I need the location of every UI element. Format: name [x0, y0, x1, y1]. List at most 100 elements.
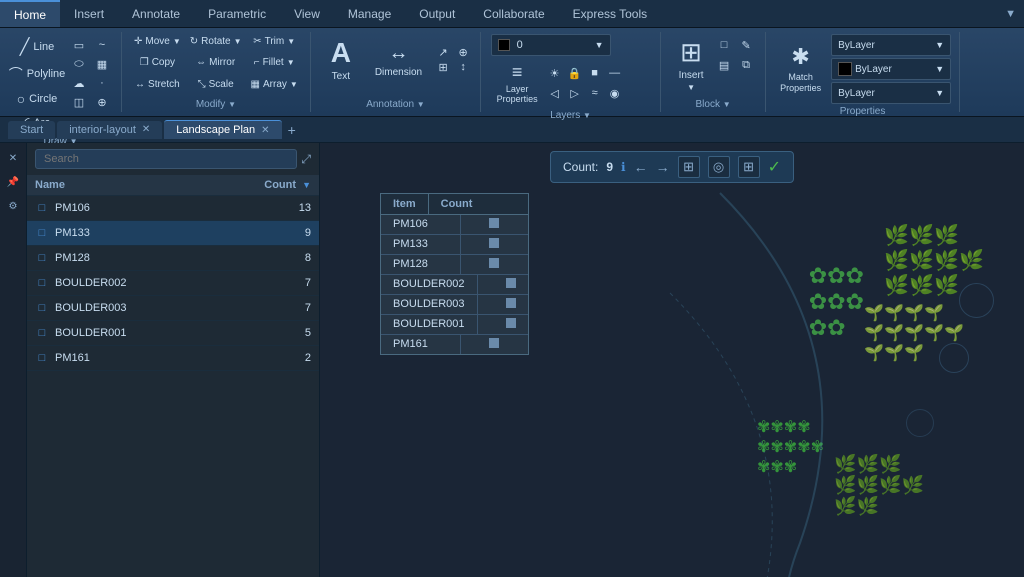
annotation-text-button[interactable]: A Text: [319, 34, 363, 85]
layer-color-icon[interactable]: ■: [586, 64, 604, 82]
fillet-dropdown-icon[interactable]: ▼: [287, 58, 295, 67]
panel-gear-icon[interactable]: ⚙: [4, 197, 22, 215]
draw-gradient-icon[interactable]: ◫: [68, 93, 90, 111]
tab-output[interactable]: Output: [405, 0, 469, 27]
search-input[interactable]: [35, 149, 297, 169]
modify-scale-button[interactable]: ⤡ Scale: [186, 77, 246, 92]
tab-home[interactable]: Home: [0, 0, 60, 27]
tab-parametric[interactable]: Parametric: [194, 0, 280, 27]
bylayer-dropdown[interactable]: ByLayer ▼: [831, 34, 951, 56]
trim-dropdown-icon[interactable]: ▼: [287, 37, 295, 46]
draw-circle-button[interactable]: ○ Circle: [8, 88, 66, 110]
modify-mirror-button[interactable]: ⇔ Mirror: [186, 55, 246, 70]
tab-manage[interactable]: Manage: [334, 0, 405, 27]
canvas-count-info-icon[interactable]: ℹ: [621, 160, 626, 174]
panel-pin-icon[interactable]: 📌: [4, 173, 22, 191]
table-row[interactable]: □ PM128 8: [27, 246, 319, 271]
table-row[interactable]: □ PM161 2: [27, 346, 319, 371]
canvas-count-table-button[interactable]: ⊞: [738, 156, 760, 178]
move-dropdown-icon[interactable]: ▼: [173, 37, 181, 46]
layer-linetype-icon[interactable]: —: [606, 64, 624, 82]
table-row[interactable]: □ PM133 9: [27, 221, 319, 246]
tab-insert[interactable]: Insert: [60, 0, 118, 27]
layer-freeze-icon[interactable]: ☀: [546, 64, 564, 82]
row-block-icon: □: [35, 326, 49, 340]
draw-cloud-icon[interactable]: ☁: [68, 74, 90, 92]
layer-match-icon[interactable]: ≈: [586, 84, 604, 102]
tab-collaborate[interactable]: Collaborate: [469, 0, 558, 27]
table-row[interactable]: □ BOULDER001 5: [27, 321, 319, 346]
layer-isolate-icon[interactable]: ◉: [606, 84, 624, 102]
trim-icon: ✂: [253, 36, 261, 47]
draw-spline-icon[interactable]: ~: [91, 36, 113, 54]
tab-annotate[interactable]: Annotate: [118, 0, 194, 27]
draw-hatch-icon[interactable]: ▦: [91, 55, 113, 73]
draw-point-icon[interactable]: ·: [91, 74, 113, 92]
row-block-icon: □: [35, 251, 49, 265]
column-header-count[interactable]: Count ▼: [261, 179, 311, 191]
ordinate-icon[interactable]: ↕: [454, 61, 472, 74]
modify-copy-button[interactable]: ❐ Copy: [130, 55, 185, 70]
draw-line-button[interactable]: ╱ Line: [8, 34, 66, 60]
annotation-dimension-button[interactable]: ↔ Dimension: [369, 39, 428, 81]
canvas-count-next-button[interactable]: →: [656, 159, 670, 175]
block-palette-icon[interactable]: ▤: [715, 56, 733, 74]
layer-prev-icon[interactable]: ◁: [546, 84, 564, 102]
tab-landscape-close-button[interactable]: ✕: [261, 125, 269, 136]
create-block-icon[interactable]: □: [715, 36, 733, 54]
line-icon: ╱: [20, 37, 30, 57]
draw-region-icon[interactable]: ⊕: [91, 93, 113, 111]
canvas-table-row: PM128: [381, 255, 528, 275]
app-menu-icon[interactable]: ▼: [1005, 8, 1024, 20]
plant-cluster-1: ✾✾✾✾✾✾✾✾✾✾✾✾: [757, 417, 824, 477]
table-row[interactable]: □ PM106 13: [27, 196, 319, 221]
modify-move-button[interactable]: ✛ Move ▼: [130, 34, 185, 49]
tab-interior-close-button[interactable]: ✕: [142, 124, 150, 135]
canvas-table-row: BOULDER001: [381, 315, 528, 335]
canvas-count-check-button[interactable]: ✓: [768, 157, 781, 177]
block-insert-button[interactable]: ⊞ Insert ▼: [669, 34, 713, 95]
edit-block-icon[interactable]: ✎: [737, 36, 755, 54]
canvas-cell-item: BOULDER001: [381, 315, 478, 334]
table-icon[interactable]: ⊞: [434, 61, 452, 74]
block-ref-icon[interactable]: ⧉: [737, 56, 755, 74]
layer-dropdown[interactable]: 0 ▼: [491, 34, 611, 56]
modify-trim-button[interactable]: ✂ Trim ▼: [247, 34, 302, 49]
draw-rect-icon[interactable]: ▭: [68, 36, 90, 54]
match-properties-button[interactable]: ✱ MatchProperties: [774, 34, 827, 104]
row-block-icon: □: [35, 301, 49, 315]
tab-view[interactable]: View: [280, 0, 334, 27]
modify-stretch-button[interactable]: ↔ Stretch: [130, 77, 185, 92]
center-mark-icon[interactable]: ⊕: [454, 46, 472, 59]
ribbon: Home Insert Annotate Parametric View Man…: [0, 0, 1024, 117]
canvas-count-zoom-button[interactable]: ⊞: [678, 156, 700, 178]
tab-interior-layout[interactable]: interior-layout ✕: [57, 121, 162, 139]
panel-close-icon[interactable]: ✕: [4, 149, 22, 167]
ribbon-content: ╱ Line ⌒ Polyline ○ Circle ◜ Arc: [0, 28, 1024, 116]
color-dropdown[interactable]: ByLayer ▼: [831, 58, 951, 80]
draw-polyline-button[interactable]: ⌒ Polyline: [8, 61, 66, 87]
table-row[interactable]: □ BOULDER002 7: [27, 271, 319, 296]
layer-lock-icon[interactable]: 🔒: [566, 64, 584, 82]
modify-array-button[interactable]: ▦ Array ▼: [247, 77, 302, 92]
layer-next-icon[interactable]: ▷: [566, 84, 584, 102]
search-expand-icon[interactable]: ⤢: [301, 152, 311, 167]
linetype-dropdown[interactable]: ByLayer ▼: [831, 82, 951, 104]
layer-properties-button[interactable]: ≡ LayerProperties: [491, 59, 544, 108]
search-row: ⤢: [27, 143, 319, 175]
canvas-count-prev-button[interactable]: ←: [634, 159, 648, 175]
modify-rotate-button[interactable]: ↻ Rotate ▼: [186, 34, 246, 49]
tab-express-tools[interactable]: Express Tools: [559, 0, 661, 27]
modify-fillet-button[interactable]: ⌐ Fillet ▼: [247, 55, 302, 70]
new-tab-button[interactable]: +: [288, 122, 296, 138]
tab-landscape-plan[interactable]: Landscape Plan ✕: [164, 120, 281, 139]
tab-start[interactable]: Start: [8, 121, 55, 139]
leader-icon[interactable]: ↗: [434, 46, 452, 59]
row-block-icon: □: [35, 276, 49, 290]
array-dropdown-icon[interactable]: ▼: [290, 80, 298, 89]
draw-ellipse-icon[interactable]: ⬭: [68, 55, 90, 73]
table-row[interactable]: □ BOULDER003 7: [27, 296, 319, 321]
main-area: ✕ 📌 ⚙ ⤢ Name Count ▼: [0, 143, 1024, 577]
canvas-count-view-button[interactable]: ◎: [708, 156, 730, 178]
rotate-dropdown-icon[interactable]: ▼: [234, 37, 242, 46]
